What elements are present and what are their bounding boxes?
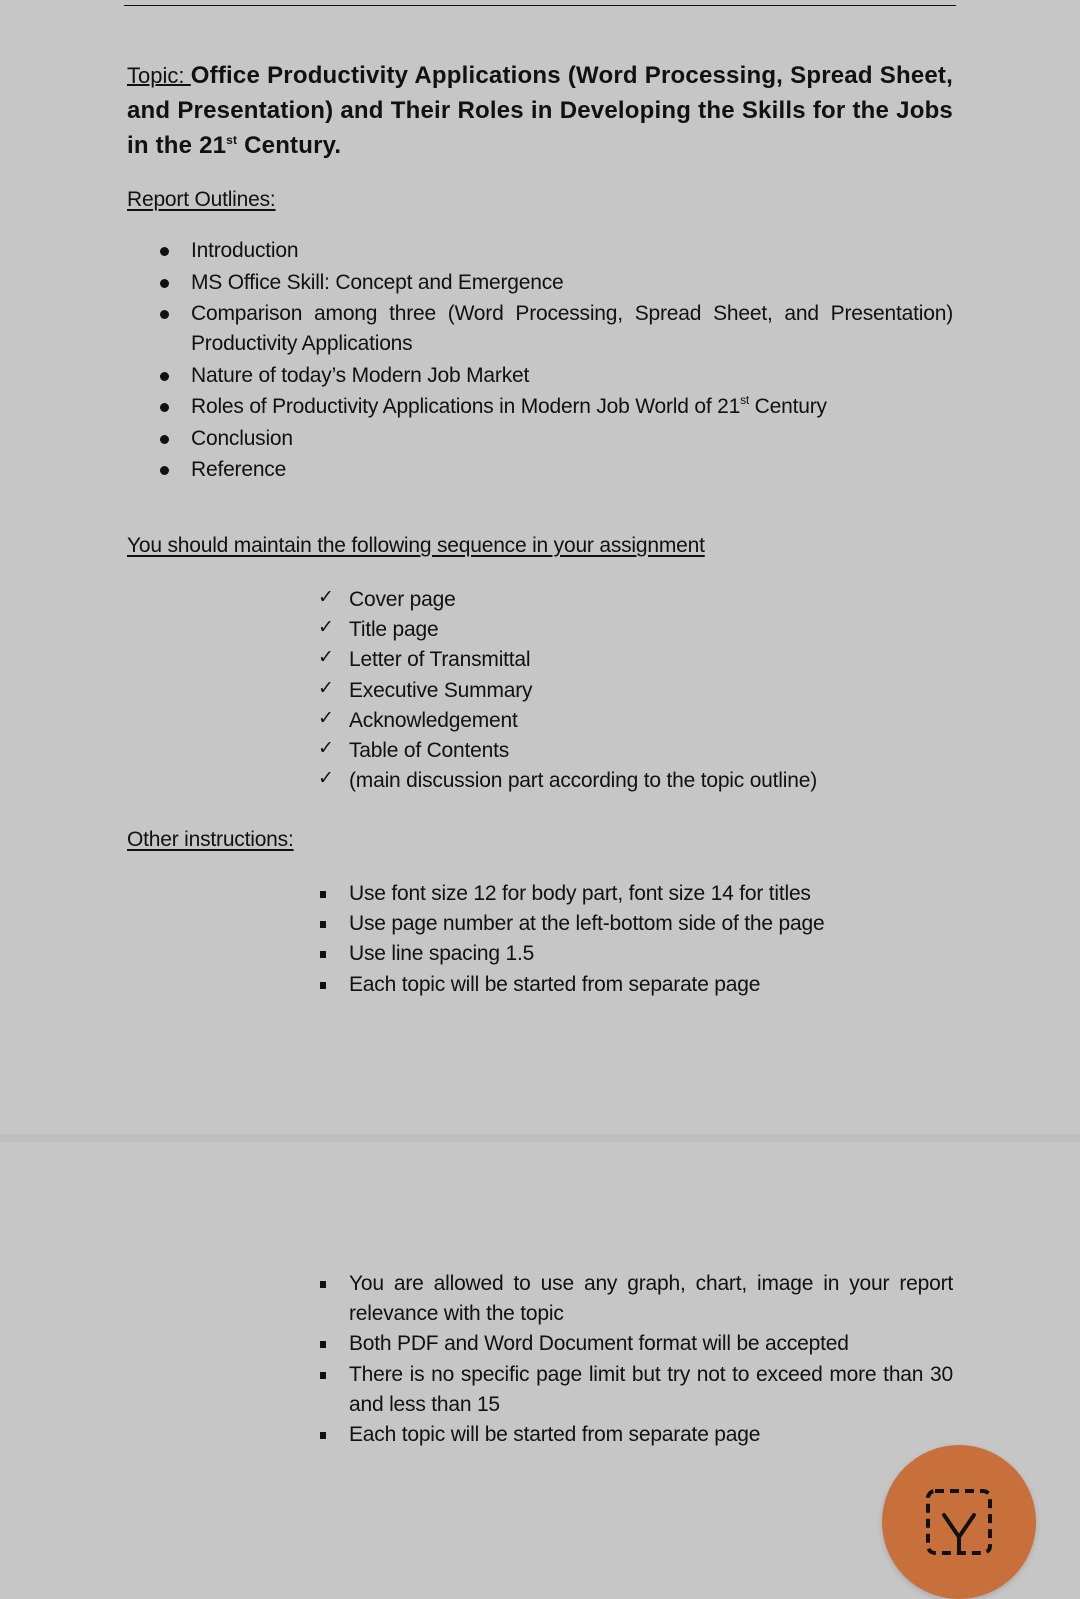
checkmark-icon: ✓ [318, 646, 334, 669]
other-instructions-list-continued: You are allowed to use any graph, chart,… [318, 1269, 953, 1450]
list-item: Each topic will be started from separate… [318, 970, 953, 1000]
report-outlines-heading: Report Outlines: [127, 188, 276, 211]
list-item: ✓ Table of Contents [318, 736, 817, 766]
list-item: You are allowed to use any graph, chart,… [318, 1269, 953, 1329]
square-bullet-icon [320, 981, 326, 989]
checkmark-icon: ✓ [318, 616, 334, 639]
topic-paragraph: Topic: Office Productivity Applications … [127, 58, 953, 163]
list-item: MS Office Skill: Concept and Emergence [160, 268, 953, 298]
list-item: Use page number at the left-bottom side … [318, 909, 953, 939]
bullet-icon [160, 434, 169, 444]
bullet-icon [160, 371, 169, 381]
checkmark-icon: ✓ [318, 767, 334, 790]
checkmark-icon: ✓ [318, 676, 334, 699]
bullet-icon [160, 466, 169, 475]
square-bullet-icon [320, 891, 326, 898]
bullet-icon [160, 278, 169, 288]
list-item: ✓ Letter of Transmittal [318, 645, 817, 675]
list-item: Comparison among three (Word Processing,… [160, 299, 953, 359]
bullet-icon [160, 403, 169, 412]
topic-label: Topic: [127, 63, 191, 88]
bullet-icon [160, 310, 169, 319]
list-item: Conclusion [160, 424, 953, 454]
list-item: Roles of Productivity Applications in Mo… [160, 392, 953, 422]
other-instructions-heading: Other instructions: [127, 828, 294, 851]
page-separator [0, 1134, 1080, 1142]
bullet-icon [160, 247, 169, 256]
scan-fab-button[interactable] [882, 1445, 1036, 1599]
list-item: Both PDF and Word Document format will b… [318, 1329, 953, 1359]
checkmark-icon: ✓ [318, 737, 334, 760]
other-instructions-list: Use font size 12 for body part, font siz… [318, 879, 953, 1000]
checkmark-icon: ✓ [318, 586, 334, 608]
sequence-list: ✓ Cover page ✓ Title page ✓ Letter of Trans… [318, 585, 817, 796]
square-bullet-icon [320, 1281, 326, 1288]
document-page-1: Topic: Office Productivity Applications … [0, 0, 1080, 1134]
sequence-heading: You should maintain the following sequen… [127, 534, 705, 557]
list-item: There is no specific page limit but try … [318, 1360, 953, 1420]
square-bullet-icon [320, 1432, 326, 1440]
list-item: Use font size 12 for body part, font siz… [318, 879, 953, 909]
header-rule [124, 5, 956, 6]
list-item: ✓ Cover page [318, 585, 817, 615]
list-item: ✓ Title page [318, 615, 817, 645]
scan-crop-icon [926, 1489, 992, 1555]
square-bullet-icon [320, 951, 326, 959]
topic-title: Office Productivity Applications (Word P… [127, 62, 953, 159]
list-item: ✓ Acknowledgement [318, 706, 817, 736]
list-item: Each topic will be started from separate… [318, 1420, 953, 1450]
checkmark-icon: ✓ [318, 706, 334, 729]
list-item: Reference [160, 455, 953, 485]
square-bullet-icon [320, 1371, 326, 1379]
list-item: Use line spacing 1.5 [318, 939, 953, 969]
list-item: ✓ Executive Summary [318, 676, 817, 706]
list-item: Introduction [160, 236, 953, 266]
list-item: Nature of today’s Modern Job Market [160, 361, 953, 391]
report-outlines-list: Introduction MS Office Skill: Concept an… [160, 236, 953, 487]
list-item: ✓ (main discussion part according to the … [318, 766, 817, 796]
square-bullet-icon [320, 1341, 326, 1349]
square-bullet-icon [320, 921, 326, 929]
